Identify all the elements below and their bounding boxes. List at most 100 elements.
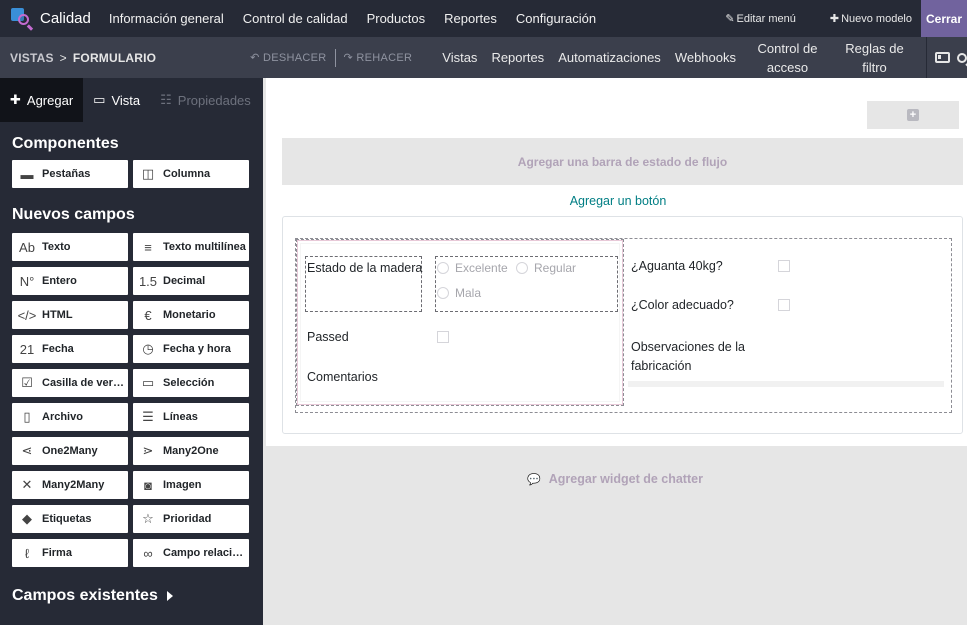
field-tag[interactable]: ◆ Etiquetas <box>12 505 128 533</box>
quality-app-icon[interactable] <box>11 7 33 30</box>
field-signature[interactable]: ℓ Firma <box>12 539 128 567</box>
many2many-icon: ✕ <box>21 477 33 492</box>
passed-checkbox[interactable] <box>437 331 449 343</box>
redo-button[interactable]: ↷ REHACER <box>344 51 413 64</box>
menu-control-de-calidad[interactable]: Control de calidad <box>243 11 348 26</box>
menu-informacion-general[interactable]: Información general <box>109 11 224 26</box>
field-label: Casilla de verificación <box>42 377 128 389</box>
component-columna[interactable]: ◫ Columna <box>133 160 249 188</box>
field-label: Imagen <box>163 479 202 491</box>
add-chatter-hook[interactable]: 💬 Agregar widget de chatter <box>263 472 967 486</box>
menu-reportes[interactable]: Reportes <box>444 11 497 26</box>
edit-menu-button[interactable]: ✎ Editar menú <box>725 12 796 25</box>
tag-icon: ◆ <box>22 511 32 526</box>
field-many2one[interactable]: ⋗ Many2One <box>133 437 249 465</box>
component-pestanas[interactable]: ▬ Pestañas <box>12 160 128 188</box>
radio-circle <box>437 262 449 274</box>
tab-propiedades-label: Propiedades <box>177 92 251 108</box>
studio-subbar: VISTAS > FORMULARIO ↶ DESHACER ↷ REHACER V… <box>0 37 967 78</box>
add-statusbar-hook[interactable]: Agregar una barra de estado de flujo <box>282 138 963 185</box>
field-list[interactable]: ☰ Líneas <box>133 403 249 431</box>
comments-icon: 💬 <box>527 474 541 486</box>
redo-label: REHACER <box>356 52 413 64</box>
field-label: Firma <box>42 547 72 559</box>
field-decimal[interactable]: 1.5 Decimal <box>133 267 249 295</box>
field-one2many[interactable]: ⋖ One2Many <box>12 437 128 465</box>
radio-label: Mala <box>455 286 482 300</box>
search-icon[interactable] <box>957 52 967 63</box>
existing-fields-label: Campos existentes <box>12 587 158 604</box>
plus-square-icon: + <box>907 109 919 121</box>
undo-button[interactable]: ↶ DESHACER <box>250 51 326 64</box>
field-calendar[interactable]: 21 Fecha <box>12 335 128 363</box>
tab-agregar[interactable]: ✚ Agregar <box>0 78 84 122</box>
field-link[interactable]: ∞ Campo relacionado <box>133 539 249 567</box>
color-checkbox[interactable] <box>778 299 790 311</box>
field-label: One2Many <box>42 445 98 457</box>
nav-reportes[interactable]: Reportes <box>491 50 544 65</box>
studio-nav: Vistas Reportes Automatizaciones Webhook… <box>442 39 924 77</box>
add-button-box[interactable]: + <box>867 101 959 129</box>
radio-regular[interactable]: Regular <box>516 261 576 275</box>
undo-icon: ↶ <box>250 52 264 64</box>
pencil-icon: ✎ <box>725 13 735 25</box>
undo-label: DESHACER <box>263 52 327 64</box>
field-clock[interactable]: ◷ Fecha y hora <box>133 335 249 363</box>
breadcrumb: VISTAS > FORMULARIO <box>10 51 244 65</box>
app-name[interactable]: Calidad <box>40 10 91 27</box>
field-star[interactable]: ☆ Prioridad <box>133 505 249 533</box>
radio-excelente[interactable]: Excelente <box>437 261 508 275</box>
menu-configuracion[interactable]: Configuración <box>516 11 596 26</box>
camera-icon: ◙ <box>144 477 152 493</box>
new-model-button[interactable]: ✚ Nuevo modelo <box>830 12 912 25</box>
columns-icon: ◫ <box>141 166 155 181</box>
left-group[interactable]: Estado de la madera Excelente Regular Ma… <box>296 239 624 406</box>
multiline-icon: ≡ <box>144 239 152 255</box>
field-euro[interactable]: € Monetario <box>133 301 249 329</box>
nav-webhooks[interactable]: Webhooks <box>675 50 736 65</box>
redo-icon: ↷ <box>343 52 357 64</box>
field-label: Fecha y hora <box>163 343 231 355</box>
menu-productos[interactable]: Productos <box>367 11 426 26</box>
breadcrumb-vistas[interactable]: VISTAS <box>10 51 54 65</box>
field-label: Many2Many <box>42 479 105 491</box>
monitor-icon: ▭ <box>93 92 106 107</box>
field-file[interactable]: ▯ Archivo <box>12 403 128 431</box>
aguanta-checkbox[interactable] <box>778 260 790 272</box>
new-fields-grid: Ab Texto ≡ Texto multilínea N° Entero 1.5 Decim… <box>12 233 263 567</box>
field-label: Etiquetas <box>42 513 92 525</box>
id-card-icon[interactable] <box>935 52 950 63</box>
tab-vista[interactable]: ▭ Vista <box>83 78 150 122</box>
one2many-icon: ⋖ <box>21 443 33 458</box>
add-button-hook[interactable]: Agregar un botón <box>266 194 967 208</box>
component-label: Columna <box>163 168 211 180</box>
nav-reglas-de-filtro[interactable]: Reglas de filtro <box>837 39 912 77</box>
undo-redo-divider <box>334 48 336 67</box>
tab-propiedades[interactable]: ☷ Propiedades <box>150 78 261 122</box>
close-button[interactable]: Cerrar <box>921 0 967 37</box>
field-camera[interactable]: ◙ Imagen <box>133 471 249 499</box>
existing-fields-toggle[interactable]: Campos existentes <box>12 587 263 605</box>
field-multiline[interactable]: ≡ Texto multilínea <box>133 233 249 261</box>
right-group[interactable]: ¿Aguanta 40kg? ¿Color adecuado? Observac… <box>628 242 944 387</box>
plus-icon: ✚ <box>10 92 21 107</box>
field-label: Monetario <box>163 309 216 321</box>
form-view-area: + Agregar una barra de estado de flujo A… <box>266 78 967 446</box>
field-integer[interactable]: N° Entero <box>12 267 128 295</box>
field-label: Selección <box>163 377 215 389</box>
field-checkbox[interactable]: ☑ Casilla de verificación <box>12 369 128 397</box>
nav-control-de-acceso[interactable]: Control de acceso <box>750 39 825 77</box>
field-selection[interactable]: ▭ Selección <box>133 369 249 397</box>
radio-mala[interactable]: Mala <box>437 286 481 300</box>
nav-vistas[interactable]: Vistas <box>442 50 477 65</box>
breadcrumb-separator: > <box>59 50 67 65</box>
nav-automatizaciones[interactable]: Automatizaciones <box>558 50 661 65</box>
field-many2many[interactable]: ✕ Many2Many <box>12 471 128 499</box>
subbar-icons <box>926 37 967 78</box>
tabs-icon: ▬ <box>20 166 34 182</box>
integer-icon: N° <box>19 273 35 289</box>
field-html[interactable]: </> HTML <box>12 301 128 329</box>
field-text[interactable]: Ab Texto <box>12 233 128 261</box>
observaciones-label: Observaciones de la fabricación <box>631 340 745 373</box>
form-editor-canvas: + Agregar una barra de estado de flujo A… <box>263 78 967 625</box>
